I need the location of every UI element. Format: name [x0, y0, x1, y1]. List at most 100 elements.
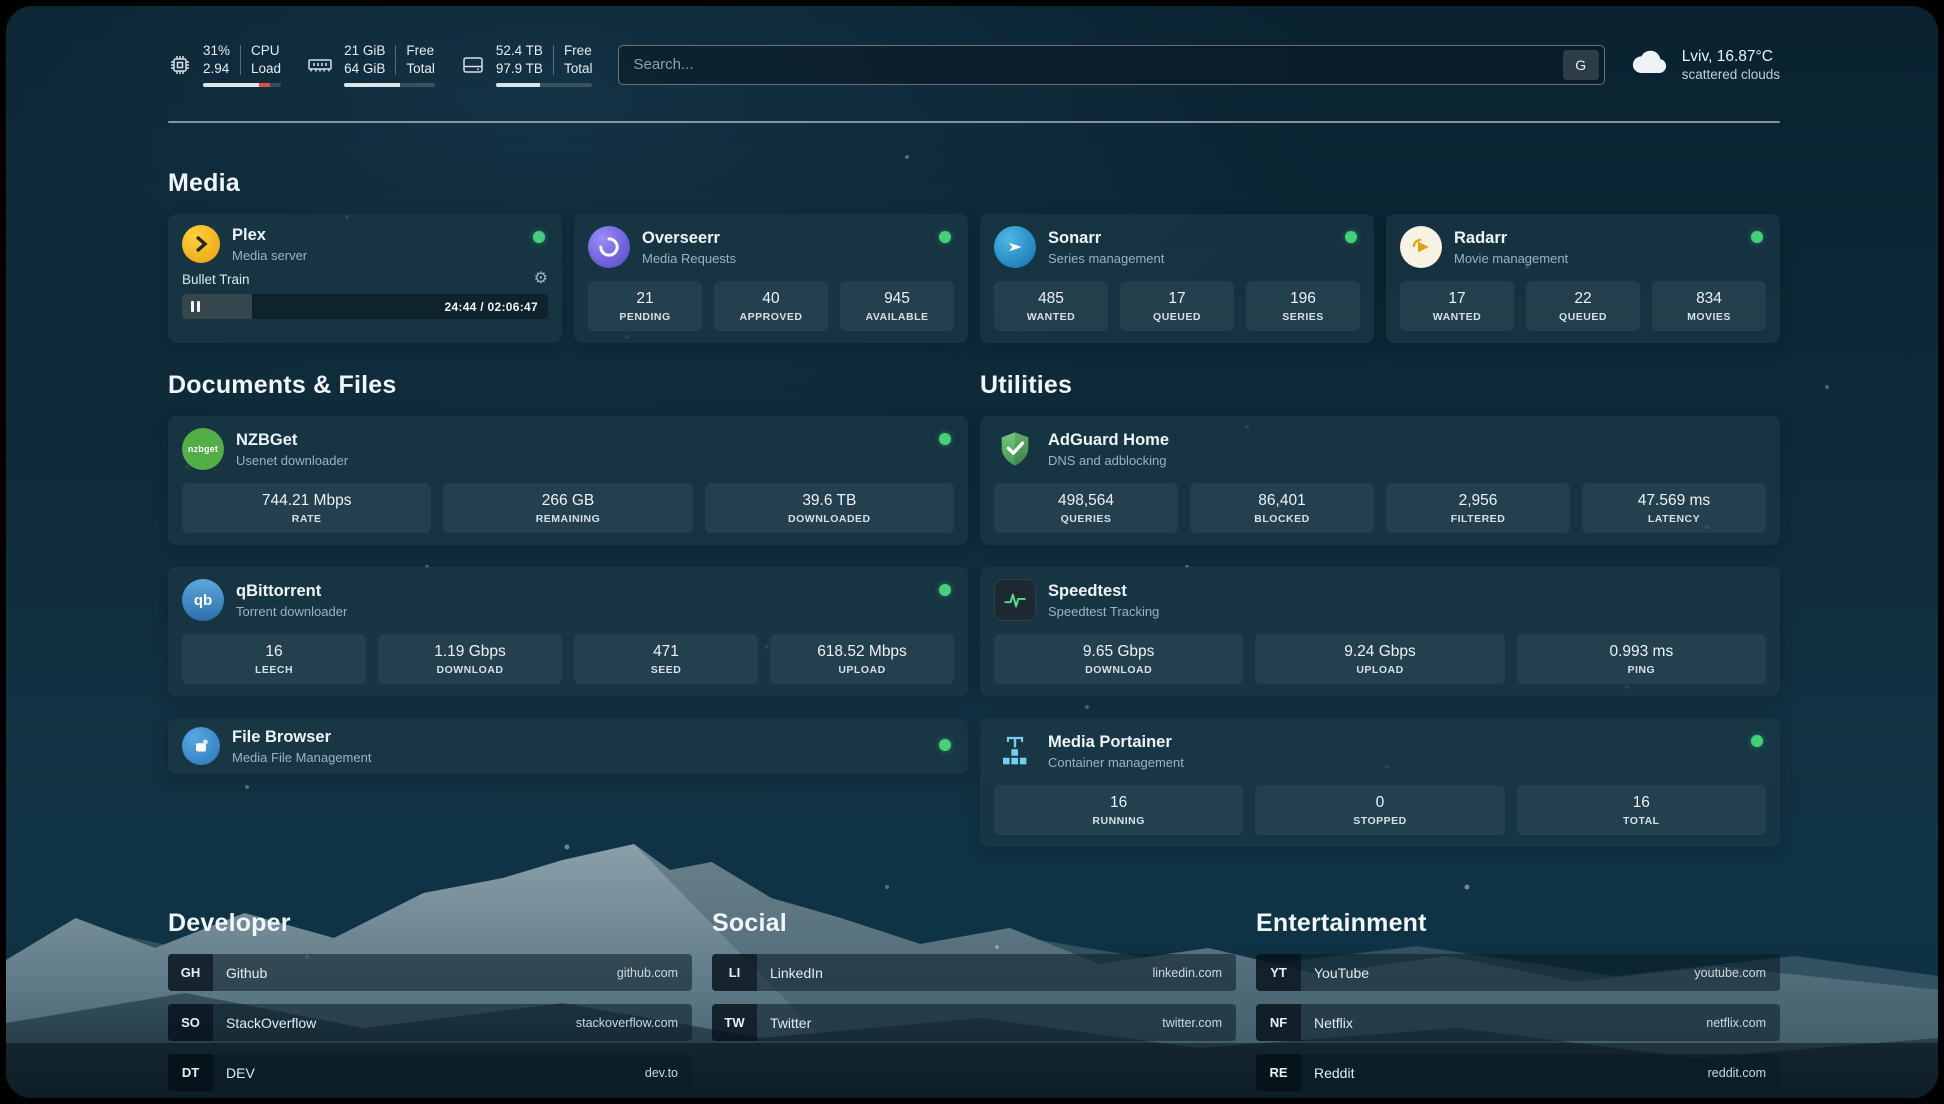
- divider: [395, 45, 396, 75]
- stat-pending: 21PENDING: [588, 281, 702, 331]
- status-dot: [939, 584, 951, 596]
- app-card-qbittorrent[interactable]: qb qBittorrent Torrent downloader 16LEEC…: [168, 567, 968, 696]
- qbittorrent-icon-label: qb: [194, 592, 212, 609]
- stackoverflow-icon: SO: [168, 1004, 213, 1041]
- section-social: Social LI LinkedIn linkedin.com TW Twitt…: [712, 909, 1236, 1091]
- filebrowser-icon: [182, 727, 220, 765]
- disk-label-total: Total: [564, 60, 593, 78]
- app-name: Speedtest: [1048, 582, 1159, 601]
- stat-seed: 471SEED: [574, 634, 758, 684]
- bookmark-youtube[interactable]: YT YouTube youtube.com: [1256, 954, 1780, 991]
- qbittorrent-icon: qb: [182, 579, 224, 621]
- app-card-nzbget[interactable]: nzbget NZBGet Usenet downloader 744.21 M…: [168, 416, 968, 545]
- ram-label-total: Total: [406, 60, 435, 78]
- sonarr-icon: [994, 226, 1036, 268]
- search-engine-button[interactable]: G: [1563, 50, 1599, 80]
- netflix-icon: NF: [1256, 1004, 1301, 1041]
- app-card-radarr[interactable]: Radarr Movie management 17WANTED 22QUEUE…: [1386, 214, 1780, 343]
- stat-stopped: 0STOPPED: [1255, 785, 1504, 835]
- section-media: Media Plex Media server: [168, 169, 1780, 343]
- app-subtitle: Movie management: [1454, 251, 1568, 266]
- reddit-icon: RE: [1256, 1054, 1301, 1091]
- stat-download: 9.65 GbpsDOWNLOAD: [994, 634, 1243, 684]
- stat-ping: 0.993 msPING: [1517, 634, 1766, 684]
- stat-download: 1.19 GbpsDOWNLOAD: [378, 634, 562, 684]
- ram-label-free: Free: [406, 42, 435, 60]
- ram-metric: 21 GiB 64 GiB Free Total: [307, 42, 435, 87]
- cpu-chip-icon: [168, 53, 192, 77]
- ram-icon: [307, 53, 333, 77]
- ram-total-value: 64 GiB: [344, 60, 385, 78]
- app-card-portainer[interactable]: Media Portainer Container management 16R…: [980, 718, 1780, 847]
- app-card-filebrowser[interactable]: File Browser Media File Management: [168, 718, 968, 774]
- disk-metric: 52.4 TB 97.9 TB Free Total: [461, 42, 593, 87]
- app-card-overseerr[interactable]: Overseerr Media Requests 21PENDING 40APP…: [574, 214, 968, 343]
- section-title-entertainment: Entertainment: [1256, 909, 1780, 938]
- bookmark-linkedin[interactable]: LI LinkedIn linkedin.com: [712, 954, 1236, 991]
- app-card-plex[interactable]: Plex Media server Bullet Train ⚙: [168, 214, 562, 343]
- overseerr-icon: [588, 226, 630, 268]
- stat-upload: 9.24 GbpsUPLOAD: [1255, 634, 1504, 684]
- weather-condition: scattered clouds: [1682, 67, 1780, 82]
- section-title-developer: Developer: [168, 909, 692, 938]
- stat-latency: 47.569 msLATENCY: [1582, 483, 1766, 533]
- stat-wanted: 485WANTED: [994, 281, 1108, 331]
- app-card-adguard[interactable]: AdGuard Home DNS and adblocking 498,564Q…: [980, 416, 1780, 545]
- app-subtitle: Speedtest Tracking: [1048, 604, 1159, 619]
- youtube-icon: YT: [1256, 954, 1301, 991]
- hard-drive-icon: [461, 53, 485, 77]
- bookmark-dev[interactable]: DT DEV dev.to: [168, 1054, 692, 1091]
- status-dot: [1345, 231, 1357, 243]
- ram-free-value: 21 GiB: [344, 42, 385, 60]
- dev-icon: DT: [168, 1054, 213, 1091]
- nzbget-icon-label: nzbget: [188, 444, 218, 454]
- stat-remaining: 266 GBREMAINING: [443, 483, 692, 533]
- radarr-icon: [1400, 226, 1442, 268]
- stat-approved: 40APPROVED: [714, 281, 828, 331]
- bookmark-twitter[interactable]: TW Twitter twitter.com: [712, 1004, 1236, 1041]
- app-name: AdGuard Home: [1048, 431, 1169, 450]
- plex-icon: [182, 225, 220, 263]
- app-subtitle: Usenet downloader: [236, 453, 348, 468]
- weather-location-temp: Lviv, 16.87°C: [1682, 48, 1780, 66]
- stat-queries: 498,564QUERIES: [994, 483, 1178, 533]
- section-title-media: Media: [168, 169, 1780, 198]
- app-card-sonarr[interactable]: Sonarr Series management 485WANTED 17QUE…: [980, 214, 1374, 343]
- app-subtitle: DNS and adblocking: [1048, 453, 1169, 468]
- snow-particles: [6, 6, 8, 8]
- stat-filtered: 2,956FILTERED: [1386, 483, 1570, 533]
- cpu-usage-percent: 31%: [203, 42, 230, 60]
- app-name: File Browser: [232, 728, 371, 747]
- stat-total: 16TOTAL: [1517, 785, 1766, 835]
- app-subtitle: Series management: [1048, 251, 1164, 266]
- stat-queued: 17QUEUED: [1120, 281, 1234, 331]
- settings-gear-icon[interactable]: ⚙: [534, 271, 548, 287]
- section-entertainment: Entertainment YT YouTube youtube.com NF …: [1256, 909, 1780, 1091]
- playback-bar[interactable]: 24:44 / 02:06:47: [182, 294, 548, 319]
- header-divider: [168, 121, 1780, 123]
- status-dot: [939, 739, 951, 751]
- bookmark-reddit[interactable]: RE Reddit reddit.com: [1256, 1054, 1780, 1091]
- bookmark-stackoverflow[interactable]: SO StackOverflow stackoverflow.com: [168, 1004, 692, 1041]
- cpu-label: CPU: [251, 42, 281, 60]
- search-input[interactable]: [633, 56, 1552, 73]
- disk-total-value: 97.9 TB: [496, 60, 543, 78]
- dashboard-screen: 31% 2.94 CPU Load: [6, 6, 1938, 1098]
- linkedin-icon: LI: [712, 954, 757, 991]
- app-subtitle: Torrent downloader: [236, 604, 347, 619]
- adguard-icon: [994, 428, 1036, 470]
- divider: [240, 45, 241, 75]
- nzbget-icon: nzbget: [182, 428, 224, 470]
- twitter-icon: TW: [712, 1004, 757, 1041]
- bookmark-netflix[interactable]: NF Netflix netflix.com: [1256, 1004, 1780, 1041]
- app-subtitle: Container management: [1048, 755, 1184, 770]
- cpu-load-value: 2.94: [203, 60, 230, 78]
- pause-icon[interactable]: [191, 301, 200, 312]
- app-name: qBittorrent: [236, 582, 347, 601]
- stat-rate: 744.21 MbpsRATE: [182, 483, 431, 533]
- status-dot: [1751, 231, 1763, 243]
- app-card-speedtest[interactable]: Speedtest Speedtest Tracking 9.65 GbpsDO…: [980, 567, 1780, 696]
- now-playing-title: Bullet Train: [182, 272, 250, 287]
- bookmark-github[interactable]: GH Github github.com: [168, 954, 692, 991]
- status-dot: [939, 231, 951, 243]
